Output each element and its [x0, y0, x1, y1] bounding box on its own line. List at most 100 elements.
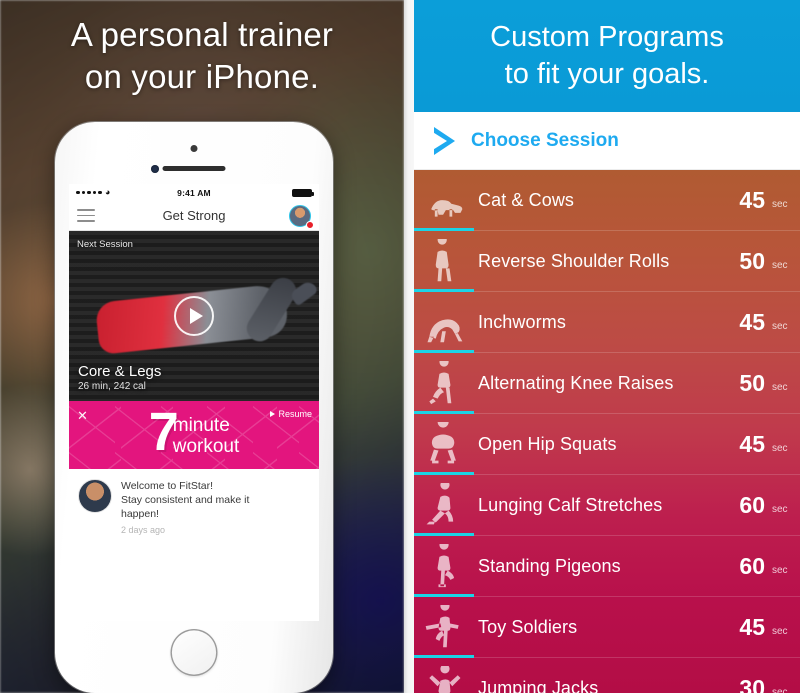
- feed-timestamp: 2 days ago: [121, 525, 166, 535]
- play-button-icon[interactable]: [174, 296, 214, 336]
- trainer-avatar: [78, 479, 112, 513]
- exercise-duration-unit: sec: [772, 626, 788, 637]
- feed-line1: Welcome to FitStar!: [121, 480, 213, 492]
- exercise-icon: [414, 475, 474, 536]
- exercise-duration-unit: sec: [772, 687, 788, 693]
- exercise-duration-unit: sec: [772, 443, 788, 454]
- left-headline-line1: A personal trainer: [70, 16, 334, 53]
- exercise-duration: 60: [739, 492, 765, 518]
- exercise-icon: [414, 170, 474, 231]
- play-outline-icon: [431, 126, 455, 155]
- status-clock: 9:41 AM: [177, 187, 211, 198]
- exercise-row[interactable]: Inchworms 45 sec: [414, 292, 800, 353]
- exercise-duration: 45: [739, 187, 765, 213]
- feed-body: Welcome to FitStar! Stay consistent and …: [121, 479, 249, 621]
- exercise-duration: 50: [739, 370, 765, 396]
- exercise-row[interactable]: Alternating Knee Raises 50 sec: [414, 353, 800, 414]
- ios-status-bar: ◕ 9:41 AM: [69, 184, 319, 201]
- promo-words: minute workout: [173, 415, 240, 457]
- next-session-video-card[interactable]: Next Session Core & Legs 26 min, 242 cal: [69, 231, 319, 401]
- exercise-name: Alternating Knee Raises: [478, 373, 674, 393]
- exercise-duration-unit: sec: [772, 565, 788, 576]
- exercise-icon: [414, 536, 474, 597]
- left-promo-panel: A personal trainer on your iPhone. ◕ 9:4…: [0, 0, 404, 693]
- exercise-name: Inchworms: [478, 312, 566, 332]
- choose-session-row[interactable]: Choose Session: [414, 112, 800, 170]
- right-headline-line1: Custom Programs: [490, 21, 724, 53]
- exercise-name: Open Hip Squats: [478, 434, 617, 454]
- home-button[interactable]: [170, 629, 218, 676]
- feed-line3: happen!: [121, 508, 159, 520]
- proximity-sensor-icon: [190, 145, 198, 152]
- right-headline: Custom Programs to fit your goals.: [414, 0, 800, 112]
- exercise-row[interactable]: Cat & Cows 45 sec: [414, 170, 800, 231]
- exercise-name: Reverse Shoulder Rolls: [478, 251, 670, 271]
- exercise-duration: 45: [739, 614, 765, 640]
- pose-lunge-icon: [426, 482, 454, 524]
- exercise-icon: [414, 414, 474, 475]
- exercise-name: Toy Soldiers: [478, 617, 578, 637]
- battery-icon: [292, 188, 314, 197]
- pose-pigeon-icon: [437, 543, 455, 587]
- promo-title: 7 minute workout: [69, 405, 319, 459]
- pose-inchworm-icon: [427, 318, 463, 342]
- pose-squat-icon: [430, 421, 456, 463]
- exercise-name: Cat & Cows: [478, 190, 575, 210]
- phone-screen: ◕ 9:41 AM Get Strong Next Session Core &…: [69, 184, 319, 621]
- iphone-device-mockup: ◕ 9:41 AM Get Strong Next Session Core &…: [55, 122, 333, 693]
- app-nav-bar: Get Strong: [69, 201, 319, 231]
- exercise-duration: 45: [739, 431, 765, 457]
- exercise-duration-unit: sec: [772, 504, 788, 515]
- seven-minute-workout-card[interactable]: ✕ Resume 7 minute workout: [69, 401, 319, 469]
- notification-badge: [306, 220, 314, 229]
- next-session-label: Next Session: [77, 239, 133, 250]
- right-headline-line2: to fit your goals.: [504, 58, 710, 90]
- left-headline: A personal trainer on your iPhone.: [0, 14, 404, 98]
- app-store-screenshot-pair: A personal trainer on your iPhone. ◕ 9:4…: [0, 0, 800, 693]
- video-meta: Core & Legs 26 min, 242 cal: [78, 363, 161, 392]
- promo-word-top: minute: [172, 415, 230, 436]
- exercise-name: Lunging Calf Stretches: [478, 495, 663, 515]
- panel-divider: [404, 0, 414, 693]
- exercise-duration-unit: sec: [772, 321, 788, 332]
- exercise-icon: [414, 658, 474, 693]
- feed-line2: Stay consistent and make it: [121, 494, 250, 506]
- exercise-row[interactable]: Standing Pigeons 60 sec: [414, 536, 800, 597]
- play-triangle: [189, 308, 203, 324]
- activity-feed-item[interactable]: Welcome to FitStar! Stay consistent and …: [69, 469, 319, 621]
- page-title: Get Strong: [162, 208, 226, 223]
- pose-standing-icon: [435, 238, 452, 281]
- exercise-duration-unit: sec: [772, 199, 788, 210]
- exercise-icon: [414, 231, 474, 292]
- exercise-row[interactable]: Lunging Calf Stretches 60 sec: [414, 475, 800, 536]
- exercise-icon: [414, 597, 474, 658]
- avatar[interactable]: [289, 204, 314, 229]
- pose-knee-raise-icon: [429, 360, 452, 404]
- exercise-list[interactable]: Cat & Cows 45 sec Reverse Shoulder Rolls 50 s…: [414, 170, 800, 693]
- pose-jumping-jack-icon: [429, 665, 461, 693]
- promo-word-bottom: workout: [172, 436, 240, 457]
- choose-session-label: Choose Session: [471, 129, 619, 151]
- earpiece-speaker: [162, 166, 226, 171]
- exercise-row[interactable]: Open Hip Squats 45 sec: [414, 414, 800, 475]
- exercise-icon: [414, 353, 474, 414]
- exercise-duration-unit: sec: [772, 260, 788, 271]
- exercise-name: Standing Pigeons: [478, 556, 621, 576]
- pose-toy-soldier-icon: [425, 604, 459, 647]
- exercise-duration: 45: [739, 309, 765, 335]
- video-title: Core & Legs: [78, 363, 162, 380]
- exercise-row[interactable]: Reverse Shoulder Rolls 50 sec: [414, 231, 800, 292]
- exercise-duration-unit: sec: [772, 382, 788, 393]
- left-headline-line2: on your iPhone.: [84, 58, 320, 95]
- exercise-row[interactable]: Toy Soldiers 45 sec: [414, 597, 800, 658]
- front-camera-icon: [151, 165, 159, 173]
- exercise-duration: 50: [739, 248, 765, 274]
- exercise-name: Jumping Jacks: [478, 678, 599, 693]
- right-promo-panel: Custom Programs to fit your goals. Choos…: [414, 0, 800, 693]
- exercise-duration: 30: [739, 675, 765, 693]
- pose-cat-cow-icon: [431, 199, 463, 217]
- video-subtitle: 26 min, 242 cal: [78, 381, 146, 392]
- exercise-duration: 60: [739, 553, 765, 579]
- exercise-row[interactable]: Jumping Jacks 30 sec: [414, 658, 800, 693]
- exercise-icon: [414, 292, 474, 353]
